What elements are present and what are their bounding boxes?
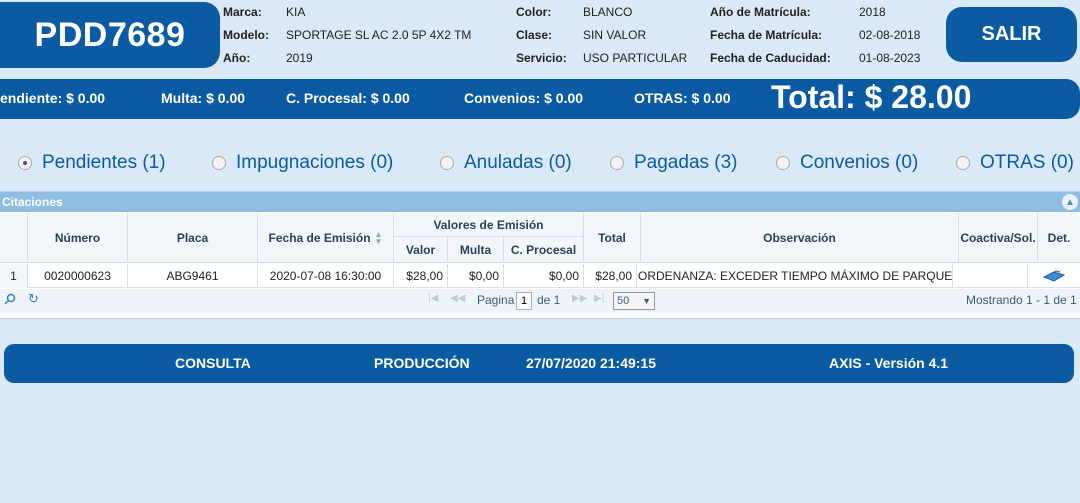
detail-icon[interactable] — [1042, 269, 1066, 283]
prev-page-icon[interactable]: ◀◀ — [450, 293, 465, 304]
table-row[interactable]: 1 0020000623 ABG9461 2020-07-08 16:30:00… — [0, 264, 1080, 288]
anio-label: Año: — [223, 51, 251, 65]
footer-produccion: PRODUCCIÓN — [374, 355, 470, 371]
footer-datetime: 27/07/2020 21:49:15 — [526, 355, 656, 371]
citaciones-grid: Citaciones ▲ Número Placa Fecha de Emisi… — [0, 191, 1080, 319]
cell-det — [1028, 264, 1080, 288]
refresh-icon[interactable]: ↻ — [28, 291, 39, 307]
tab-otras[interactable]: OTRAS (0) — [956, 152, 1074, 174]
row-index: 1 — [0, 264, 28, 288]
clase-value: SIN VALOR — [583, 28, 647, 42]
citation-status-tabs: Pendientes (1) Impugnaciones (0) Anulada… — [0, 152, 1080, 178]
search-icon[interactable] — [4, 293, 16, 308]
tab-pagadas[interactable]: Pagadas (3) — [610, 152, 738, 174]
chevron-down-icon: ▼ — [642, 296, 651, 306]
header-fecha-emision[interactable]: Fecha de Emisión ▲ ▼ — [258, 213, 394, 263]
tab-label: Pagadas (3) — [634, 152, 738, 173]
otras-amount: OTRAS: $ 0.00 — [634, 90, 731, 106]
cell-coactiva — [953, 264, 1028, 288]
grid-pager: ↻ |◀ ◀◀ Pagina de 1 ▶▶ ▶| 50 ▼ Mostrando… — [0, 289, 1080, 313]
fecha-matricula-label: Fecha de Matrícula: — [710, 28, 823, 42]
header-valores-emision: Valores de Emisión — [394, 213, 584, 237]
radio-otras[interactable] — [956, 156, 970, 170]
tab-pendientes[interactable]: Pendientes (1) — [18, 152, 166, 174]
page-size-value: 50 — [617, 295, 630, 307]
fecha-caducidad-value: 01-08-2023 — [859, 51, 921, 65]
tab-anuladas[interactable]: Anuladas (0) — [440, 152, 572, 174]
cell-numero: 0020000623 — [28, 264, 128, 288]
tab-impugnaciones[interactable]: Impugnaciones (0) — [212, 152, 393, 174]
grid-header: Número Placa Fecha de Emisión ▲ ▼ Valores… — [0, 213, 1080, 263]
header-index — [0, 213, 28, 263]
modelo-label: Modelo: — [223, 28, 269, 42]
radio-pagadas[interactable] — [610, 156, 624, 170]
cell-placa: ABG9461 — [128, 264, 258, 288]
fecha-matricula-value: 02-08-2018 — [859, 28, 921, 42]
color-value: BLANCO — [583, 5, 633, 19]
header-total[interactable]: Total — [584, 213, 641, 263]
modelo-value: SPORTAGE SL AC 2.0 5P 4X2 TM — [286, 28, 472, 42]
grid-title-bar: Citaciones ▲ — [0, 191, 1080, 212]
servicio-value: USO PARTICULAR — [583, 51, 688, 65]
marca-label: Marca: — [223, 5, 262, 19]
page-size-select[interactable]: 50 ▼ — [613, 292, 655, 310]
footer-version: AXIS - Versión 4.1 — [829, 355, 949, 371]
header-observacion[interactable]: Observación — [641, 213, 959, 263]
header-valor[interactable]: Valor — [394, 237, 448, 263]
header-det[interactable]: Det. — [1038, 213, 1080, 263]
radio-impugnaciones[interactable] — [212, 156, 226, 170]
total-amount: Total: $ 28.00 — [771, 79, 972, 115]
footer-bar: CONSULTA PRODUCCIÓN 27/07/2020 21:49:15 … — [4, 344, 1074, 383]
pagina-label: Pagina — [477, 293, 515, 307]
mostrando-text: Mostrando 1 - 1 de 1 — [966, 293, 1077, 307]
clase-label: Clase: — [516, 28, 553, 42]
c-procesal-amount: C. Procesal: $ 0.00 — [286, 90, 410, 106]
convenios-amount: Convenios: $ 0.00 — [464, 90, 584, 106]
tab-label: Impugnaciones (0) — [236, 152, 394, 173]
multa-amount: Multa: $ 0.00 — [161, 90, 246, 106]
page-input[interactable] — [516, 292, 532, 310]
color-label: Color: — [516, 5, 552, 19]
header-coactiva[interactable]: Coactiva/Sol. — [959, 213, 1038, 263]
summary-bar: endiente: $ 0.00 Multa: $ 0.00 C. Proces… — [0, 79, 1080, 119]
sort-icon[interactable]: ▲ ▼ — [375, 231, 383, 246]
cell-fecha: 2020-07-08 16:30:00 — [258, 264, 394, 288]
tab-label: Pendientes (1) — [42, 152, 166, 173]
tab-label: Anuladas (0) — [464, 152, 572, 173]
grid-title: Citaciones — [2, 195, 63, 209]
servicio-label: Servicio: — [516, 51, 567, 65]
first-page-icon[interactable]: |◀ — [428, 293, 438, 304]
salir-button[interactable]: SALIR — [946, 7, 1077, 62]
marca-value: KIA — [286, 5, 306, 19]
radio-pendientes[interactable] — [18, 156, 32, 170]
cell-valor: $28,00 — [394, 264, 448, 288]
header-multa[interactable]: Multa — [448, 237, 504, 263]
de-label: de 1 — [537, 293, 561, 307]
anio-value: 2019 — [286, 51, 313, 65]
next-page-icon[interactable]: ▶▶ — [572, 293, 587, 304]
tab-label: Convenios (0) — [800, 152, 919, 173]
cell-total: $28,00 — [584, 264, 637, 288]
last-page-icon[interactable]: ▶| — [594, 293, 604, 304]
cell-observacion: ORDENANZA: EXCEDER TIEMPO MÁXIMO DE PARQ… — [635, 264, 953, 288]
vehicle-info: Marca: KIA Modelo: SPORTAGE SL AC 2.0 5P… — [0, 0, 1080, 70]
tab-label: OTRAS (0) — [980, 152, 1074, 173]
cell-multa: $0,00 — [448, 264, 504, 288]
cell-c-procesal: $0,00 — [504, 264, 584, 288]
anio-matricula-label: Año de Matrícula: — [710, 5, 811, 19]
tab-convenios[interactable]: Convenios (0) — [776, 152, 918, 174]
anio-matricula-value: 2018 — [859, 5, 886, 19]
radio-convenios[interactable] — [776, 156, 790, 170]
header-placa[interactable]: Placa — [128, 213, 258, 263]
header-c-procesal[interactable]: C. Procesal — [504, 237, 584, 263]
pendiente-amount: endiente: $ 0.00 — [0, 90, 106, 106]
header-numero[interactable]: Número — [28, 213, 128, 263]
header-fecha-label: Fecha de Emisión — [268, 231, 371, 245]
collapse-icon[interactable]: ▲ — [1062, 194, 1078, 210]
fecha-caducidad-label: Fecha de Caducidad: — [710, 51, 831, 65]
footer-consulta: CONSULTA — [175, 355, 251, 371]
radio-anuladas[interactable] — [440, 156, 454, 170]
